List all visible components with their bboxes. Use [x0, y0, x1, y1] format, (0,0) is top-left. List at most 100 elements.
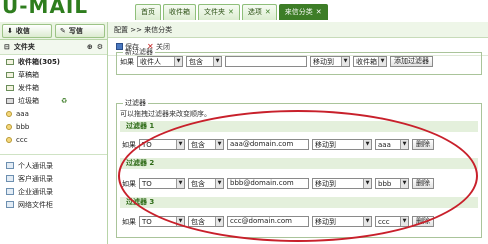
filters-hint: 可以拖拽过滤器来改变顺序。 [120, 110, 211, 118]
tab-label: 来信分类 [284, 8, 313, 16]
operator-select[interactable]: 包含 ▼ [186, 56, 222, 67]
field-select[interactable]: TO ▼ [139, 139, 185, 150]
sidebar-item-client-contacts[interactable]: 客户通讯录 [0, 172, 107, 185]
delete-button[interactable]: 删除 [412, 178, 434, 189]
folder-select-value: bbb [378, 179, 392, 188]
filter-2-header[interactable]: 过滤器 2 [120, 158, 478, 169]
chevron-down-icon: ▼ [176, 140, 184, 149]
sidebar-item-label: 收件箱(305) [18, 57, 61, 66]
field-select[interactable]: 收件人 ▼ [137, 56, 183, 67]
operator-select[interactable]: 包含 ▼ [188, 178, 224, 189]
chevron-down-icon: ▼ [363, 140, 371, 149]
inbox-icon [6, 58, 14, 65]
tab-options[interactable]: 选项 ✕ [241, 4, 277, 20]
settings-icon[interactable]: ⚙ [97, 43, 103, 51]
field-select[interactable]: TO ▼ [139, 178, 185, 189]
sidebar-item-personal-contacts[interactable]: 个人通讯录 [0, 159, 107, 172]
close-icon[interactable]: ✕ [265, 5, 271, 20]
compose-icon: ✎ [60, 27, 66, 35]
value-input[interactable] [225, 56, 307, 67]
folder-select-value: 收件箱 [356, 57, 377, 66]
tab-home[interactable]: 首页 [135, 4, 161, 20]
tab-folders[interactable]: 文件夹 ✕ [198, 4, 240, 20]
tab-label: 首页 [141, 8, 155, 16]
sidebar-item-label: 网络文件柜 [18, 200, 53, 209]
folder-select[interactable]: bbb ▼ [375, 178, 409, 189]
folder-select[interactable]: aaa ▼ [375, 139, 409, 150]
receive-label: 收信 [15, 27, 30, 35]
close-icon[interactable]: ✕ [228, 5, 234, 20]
tab-inbox[interactable]: 收件箱 [163, 4, 196, 20]
chevron-down-icon: ▼ [341, 57, 349, 66]
chevron-down-icon: ▼ [215, 179, 223, 188]
add-folder-icon[interactable]: ⊕ [87, 43, 93, 51]
close-icon[interactable]: ✕ [316, 5, 322, 20]
sidebar-item-label: 客户通讯录 [18, 174, 53, 183]
main-panel: 配置 >> 来信分类 保存 ✕ 关闭 新过滤器 如果 收件人 ▼ 包含 ▼ 移动到 ▼ … [108, 22, 488, 244]
delete-button[interactable]: 删除 [412, 139, 434, 150]
compose-label: 写信 [68, 27, 83, 35]
if-label: 如果 [122, 140, 136, 149]
compose-button[interactable]: ✎ 写信 [55, 24, 105, 38]
sidebar-item-label: 个人通讯录 [18, 161, 53, 170]
drafts-icon [6, 71, 14, 78]
field-select[interactable]: TO ▼ [139, 216, 185, 227]
folders-title: 文件夹 [13, 43, 35, 51]
add-filter-button[interactable]: 添加过滤器 [390, 56, 433, 67]
value-input[interactable]: aaa@domain.com [227, 139, 309, 150]
chevron-down-icon: ▼ [176, 217, 184, 226]
sidebar-item-label: 草稿箱 [18, 70, 39, 79]
receive-button[interactable]: ⬇ 收信 [2, 24, 52, 38]
address-book-icon [6, 175, 14, 182]
folder-select-value: aaa [378, 140, 391, 149]
chevron-down-icon: ▼ [176, 179, 184, 188]
cabinet-icon [6, 201, 14, 208]
address-book-icon [6, 162, 14, 169]
operator-select[interactable]: 包含 ▼ [188, 216, 224, 227]
tab-mail-filters[interactable]: 来信分类 ✕ [278, 4, 328, 20]
sidebar-item-drafts[interactable]: 草稿箱 [0, 68, 107, 81]
filter-1-header[interactable]: 过滤器 1 [120, 121, 478, 132]
sent-icon [6, 84, 14, 91]
action-select-value: 移动到 [315, 140, 336, 149]
action-select-value: 移动到 [315, 179, 336, 188]
if-label: 如果 [122, 179, 136, 188]
folder-select-value: ccc [378, 217, 390, 226]
folders-header: ⊟ 文件夹 ⊕ ⚙ [0, 40, 107, 55]
folder-icon [6, 136, 12, 143]
folder-select[interactable]: ccc ▼ [375, 216, 409, 227]
sidebar-item-label: 垃圾箱 [18, 96, 39, 105]
sidebar-item-ccc[interactable]: ccc [0, 133, 107, 146]
sidebar-button-row: ⬇ 收信 ✎ 写信 [0, 22, 107, 40]
chevron-down-icon: ▼ [215, 217, 223, 226]
sidebar-item-company-contacts[interactable]: 企业通讯录 [0, 185, 107, 198]
collapse-icon[interactable]: ⊟ [4, 43, 10, 51]
sidebar-item-inbox[interactable]: 收件箱(305) [0, 55, 107, 68]
trash-icon [6, 97, 14, 104]
folder-select[interactable]: 收件箱 ▼ [353, 56, 387, 67]
action-select[interactable]: 移动到 ▼ [312, 178, 372, 189]
if-label: 如果 [122, 217, 136, 226]
value-input[interactable]: bbb@domain.com [227, 178, 309, 189]
if-label: 如果 [120, 57, 134, 66]
action-select[interactable]: 移动到 ▼ [312, 216, 372, 227]
operator-select[interactable]: 包含 ▼ [188, 139, 224, 150]
sidebar-item-trash[interactable]: 垃圾箱 ♻ [0, 94, 107, 107]
action-select[interactable]: 移动到 ▼ [312, 139, 372, 150]
chevron-down-icon: ▼ [378, 57, 386, 66]
value-input[interactable]: ccc@domain.com [227, 216, 309, 227]
empty-trash-icon[interactable]: ♻ [61, 97, 67, 105]
sidebar-item-sent[interactable]: 发件箱 [0, 81, 107, 94]
sidebar-item-file-cabinet[interactable]: 网络文件柜 [0, 198, 107, 211]
filter-3-header[interactable]: 过滤器 3 [120, 197, 478, 208]
delete-button[interactable]: 删除 [412, 216, 434, 227]
folder-icon [6, 110, 12, 117]
field-select-value: TO [142, 179, 152, 188]
action-select[interactable]: 移动到 ▼ [310, 56, 350, 67]
sidebar-item-aaa[interactable]: aaa [0, 107, 107, 120]
tab-strip: 首页 收件箱 文件夹 ✕ 选项 ✕ 来信分类 ✕ [135, 4, 330, 22]
sidebar-item-bbb[interactable]: bbb [0, 120, 107, 133]
operator-select-value: 包含 [189, 57, 203, 66]
operator-select-value: 包含 [191, 217, 205, 226]
sidebar-item-label: bbb [16, 122, 30, 131]
